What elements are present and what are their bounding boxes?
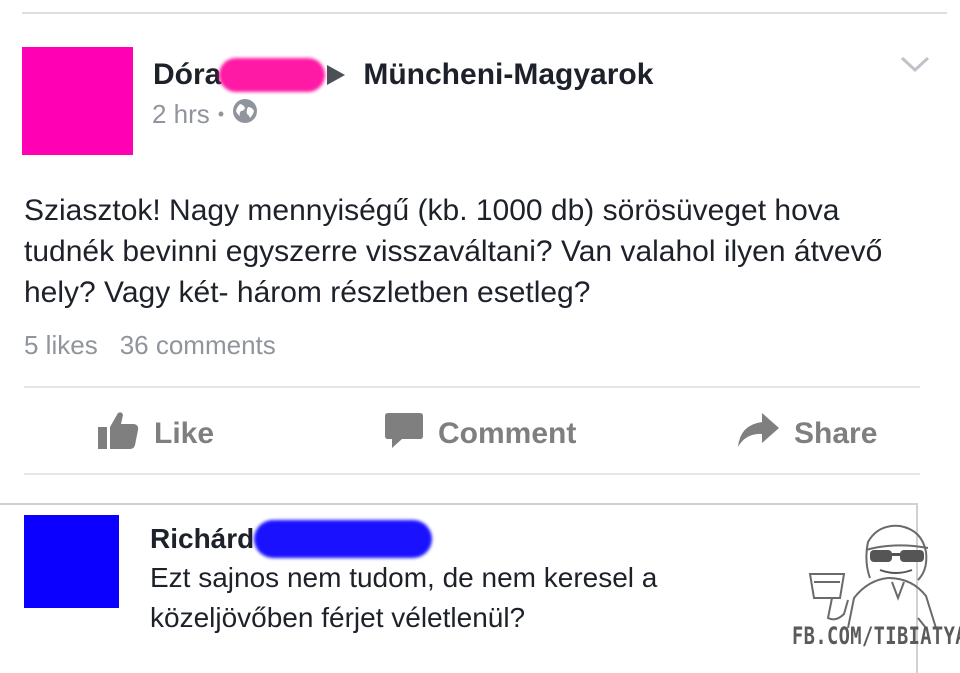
post-author-name[interactable]: Dóra [153, 58, 221, 92]
comment-author-name[interactable]: Richárd [150, 523, 254, 555]
globe-icon [232, 98, 258, 131]
share-button[interactable]: Share [736, 410, 877, 458]
share-label: Share [794, 417, 878, 450]
comment-label: Comment [438, 417, 577, 450]
chevron-down-icon[interactable] [898, 52, 932, 76]
actions-top-divider [24, 386, 920, 388]
actions-bottom-divider [24, 473, 920, 475]
post-header-title: Dóra Müncheni-Magyarok [153, 55, 653, 95]
speech-bubble-icon [384, 410, 424, 458]
arrow-right-icon [327, 65, 346, 85]
post-message: Sziasztok! Nagy mennyiségű (kb. 1000 db)… [24, 194, 883, 309]
share-arrow-icon [736, 411, 780, 457]
comments-count[interactable]: 36 comments [120, 330, 276, 361]
redaction-scribble [219, 58, 326, 92]
top-divider [22, 12, 947, 14]
comment-message: Ezt sajnos nem tudom, de nem keresel a k… [150, 562, 658, 633]
post-meta: 2 hrs • [152, 98, 258, 131]
post-author-avatar[interactable] [22, 47, 133, 155]
like-label: Like [154, 417, 215, 450]
group-name-link[interactable]: Müncheni-Magyarok [363, 58, 653, 92]
redaction-scribble [254, 520, 433, 558]
comment-author-row: Richárd [150, 520, 433, 558]
watermark-text: FB.COM/TIBIATYA [792, 622, 960, 650]
post-timestamp[interactable]: 2 hrs [152, 99, 210, 130]
likes-count[interactable]: 5 likes [24, 330, 98, 361]
comment-author-avatar[interactable] [24, 515, 119, 608]
watermark-logo-figure [808, 518, 956, 629]
post-stats: 5 likes 36 comments [24, 330, 276, 361]
like-button[interactable]: Like [96, 410, 214, 458]
thumbs-up-icon [96, 409, 140, 459]
meta-separator: • [217, 104, 225, 124]
comment-button[interactable]: Comment [384, 410, 576, 458]
